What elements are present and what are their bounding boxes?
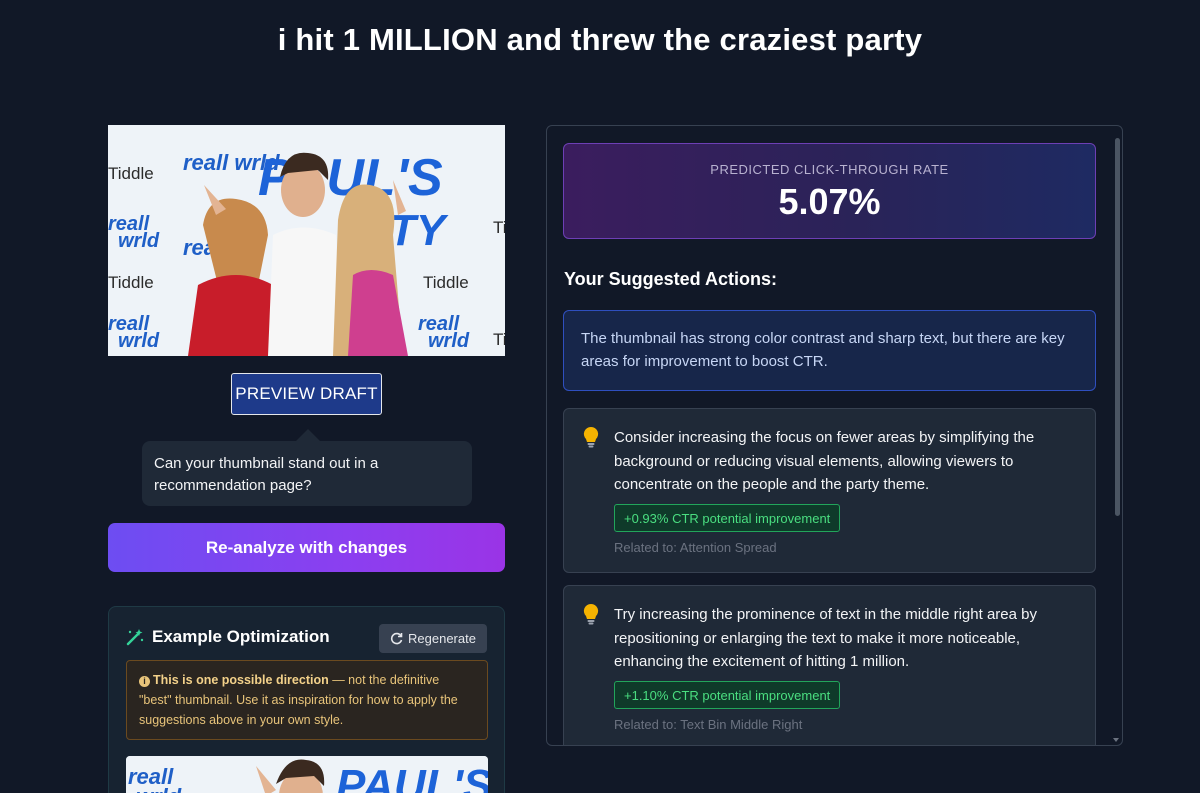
app-root: i hit 1 MILLION and threw the craziest p… <box>0 0 1200 793</box>
direction-note: i This is one possible direction — not th… <box>126 660 488 740</box>
thumbnail-image: reall wrld reall wrld reall wrld reall w… <box>108 125 505 356</box>
impact-badge: +1.10% CTR potential improvement <box>614 681 841 709</box>
svg-text:Tiddle: Tiddle <box>108 164 154 183</box>
wand-sparkles-icon <box>125 627 145 647</box>
suggestion-card: Try increasing the prominence of text in… <box>563 585 1096 745</box>
example-header: Example Optimization <box>125 627 330 647</box>
svg-text:wrld: wrld <box>136 784 182 793</box>
ctr-label: PREDICTED CLICK-THROUGH RATE <box>710 162 949 177</box>
suggestion-text: Try increasing the prominence of text in… <box>614 606 1037 670</box>
note-bold: This is one possible direction <box>153 673 329 687</box>
refresh-icon <box>390 632 403 645</box>
ctr-value: 5.07% <box>778 181 881 222</box>
lightbulb-icon <box>582 603 600 625</box>
svg-text:Ti: Ti <box>493 218 505 237</box>
lightbulb-icon <box>582 426 600 448</box>
scroll-down-icon[interactable] <box>1113 738 1119 742</box>
related-metric: Related to: Attention Spread <box>614 540 777 555</box>
example-title: Example Optimization <box>152 627 330 646</box>
ctr-card: PREDICTED CLICK-THROUGH RATE 5.07% <box>563 143 1096 239</box>
svg-text:wrld: wrld <box>428 330 470 352</box>
scrollbar-thumb[interactable] <box>1115 138 1120 516</box>
svg-text:Tiddle: Tiddle <box>108 273 154 292</box>
impact-badge: +0.93% CTR potential improvement <box>614 504 841 532</box>
tooltip-arrow <box>296 429 320 441</box>
reanalyze-button[interactable]: Re-analyze with changes <box>108 523 505 572</box>
recommendation-tooltip: Can your thumbnail stand out in a recomm… <box>142 441 472 506</box>
regenerate-button[interactable]: Regenerate <box>379 624 487 653</box>
actions-heading: Your Suggested Actions: <box>564 269 778 289</box>
example-optimization-card: Example Optimization Regenerate i This is… <box>108 606 505 793</box>
analysis-panel[interactable]: PREDICTED CLICK-THROUGH RATE 5.07% Your … <box>546 125 1123 746</box>
svg-text:wrld: wrld <box>118 330 160 352</box>
regenerate-label: Regenerate <box>408 631 476 646</box>
suggestion-text: Consider increasing the focus on fewer a… <box>614 429 1035 493</box>
related-metric: Related to: Text Bin Middle Right <box>614 717 803 732</box>
svg-text:Tiddle: Tiddle <box>423 273 469 292</box>
svg-text:PAUL'S: PAUL'S <box>336 761 488 793</box>
svg-text:Ti: Ti <box>493 330 505 349</box>
preview-draft-button[interactable]: PREVIEW DRAFT <box>231 373 382 415</box>
page-title: i hit 1 MILLION and threw the craziest p… <box>277 22 923 57</box>
info-icon: i <box>139 676 150 687</box>
actions-summary: The thumbnail has strong color contrast … <box>563 310 1096 391</box>
suggestion-card: Consider increasing the focus on fewer a… <box>563 408 1096 573</box>
svg-text:wrld: wrld <box>118 230 160 252</box>
example-thumbnail-image: reall wrld PAUL'S <box>126 756 488 793</box>
